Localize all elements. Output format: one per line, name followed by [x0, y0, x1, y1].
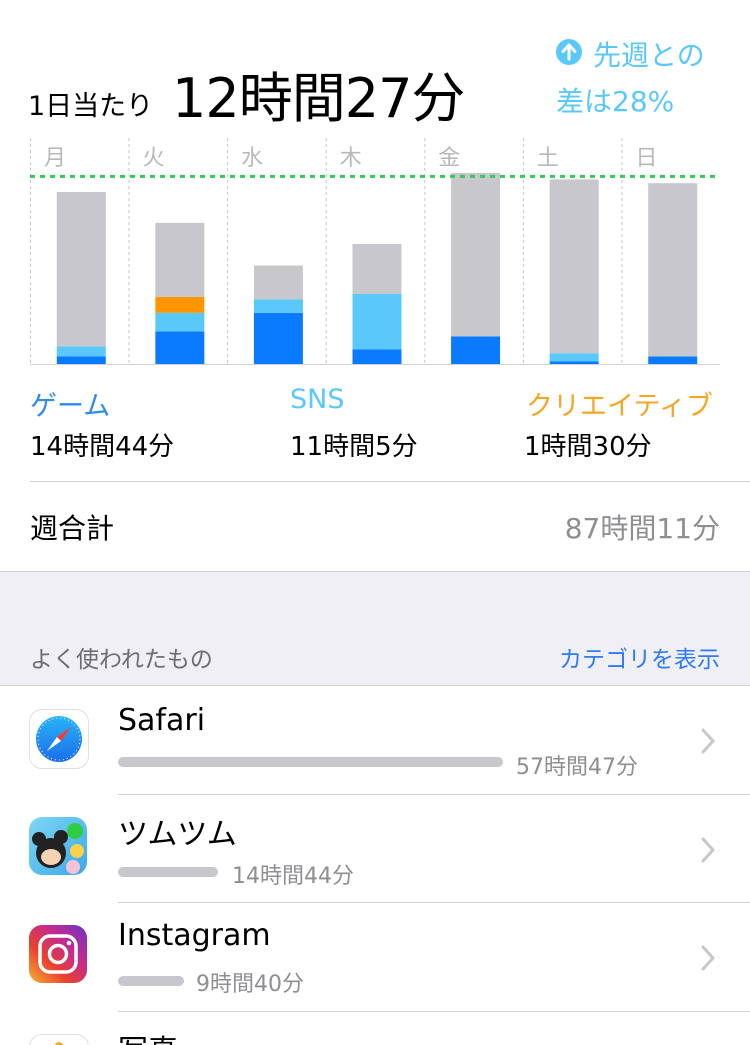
arrow-up-circle-icon [556, 39, 582, 65]
usage-bar [118, 976, 184, 986]
usage-bar [118, 867, 218, 877]
safari-compass-icon [29, 709, 89, 769]
day-label: 日 [635, 146, 657, 171]
weekly-trend-line2: 差は28% [556, 85, 675, 118]
app-name: Instagram [118, 918, 271, 953]
day-label: 月 [44, 146, 66, 171]
app-row-instagram[interactable]: Instagram 9時間40分 [0, 903, 750, 1011]
bar-segment [352, 349, 402, 364]
bar-segment [253, 299, 303, 314]
bar-segment [155, 296, 205, 313]
app-usage-time: 14時間44分 [232, 864, 354, 889]
weekly-total-label: 週合計 [30, 512, 115, 545]
app-name: Safari [118, 703, 206, 738]
bar-segment [451, 336, 501, 364]
legend-time-game: 14時間44分 [30, 432, 175, 462]
app-usage-time: 57時間47分 [516, 755, 638, 780]
divider [30, 481, 750, 482]
bar-segment [549, 179, 599, 354]
weekly-trend-line1: 先週との [593, 39, 705, 72]
legend-name-sns: SNS [290, 384, 345, 415]
bar-segment [56, 346, 106, 357]
bar-segment [253, 313, 303, 364]
daily-average-value: 12時間27分 [172, 67, 465, 130]
bar-segment [155, 331, 205, 364]
most-used-label: よく使われたもの [30, 647, 213, 673]
divider [0, 571, 750, 572]
bar-segment [155, 222, 205, 297]
show-categories-link[interactable]: カテゴリを表示 [559, 640, 720, 674]
app-row-tsumtsum[interactable]: ツムツム 14時間44分 [0, 795, 750, 903]
chevron-right-icon [701, 837, 716, 863]
bar-segment [56, 356, 106, 364]
app-row-safari[interactable]: Safari 57時間47分 [0, 686, 750, 794]
bar-segment [451, 172, 501, 337]
photos-flower-icon [29, 1034, 89, 1045]
app-name: 写真 [118, 1026, 178, 1045]
legend-name-creative: クリエイティブ [526, 391, 713, 422]
weekly-total-value: 87時間11分 [564, 512, 720, 545]
bar-segment [549, 361, 599, 364]
app-name: ツムツム [118, 817, 237, 852]
legend-name-game: ゲーム [30, 391, 111, 422]
legend-time-creative: 1時間30分 [524, 432, 652, 462]
bar-segment [155, 312, 205, 332]
daily-usage-bar-chart[interactable]: 月火水木金土日 [30, 138, 720, 370]
day-label: 金 [438, 146, 460, 171]
day-label: 土 [537, 146, 559, 171]
bar-segment [549, 353, 599, 362]
bar-segment [56, 191, 106, 347]
day-label: 木 [340, 146, 362, 171]
tsum-tsum-app-icon [29, 817, 87, 875]
chevron-right-icon [701, 945, 716, 971]
bar-segment [253, 265, 303, 300]
app-row-photos[interactable]: 写真 [0, 1012, 750, 1045]
day-label: 火 [143, 146, 165, 171]
bar-segment [648, 356, 698, 364]
bar-segment [352, 293, 402, 350]
daily-average-label: 1日当たり [28, 91, 154, 122]
app-usage-time: 9時間40分 [196, 972, 304, 997]
instagram-camera-icon [29, 925, 87, 983]
bar-segment [648, 183, 698, 357]
legend-time-sns: 11時間5分 [290, 432, 418, 462]
chevron-right-icon [701, 728, 716, 754]
day-label: 水 [241, 146, 263, 171]
bar-segment [352, 243, 402, 294]
usage-bar [118, 757, 503, 767]
